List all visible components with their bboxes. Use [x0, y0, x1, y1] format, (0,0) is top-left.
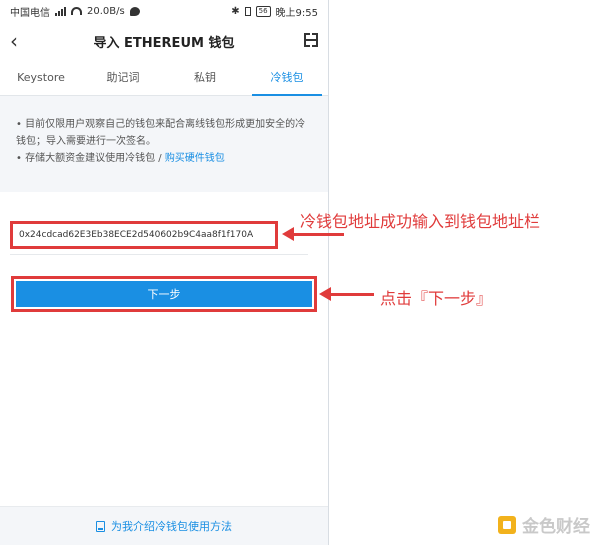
page-title: 导入 ETHEREUM 钱包	[93, 35, 235, 51]
next-annotation: 点击『下一步』	[380, 289, 493, 308]
tab-private-key[interactable]: 私钥	[164, 60, 246, 95]
phone-screen: 中国电信 20.0B/s ✱ 56 晚上9:55 ‹ 导入 ETHEREUM 钱…	[0, 0, 329, 545]
signal-icon	[55, 6, 66, 16]
message-icon	[129, 6, 140, 16]
clock: 晚上9:55	[275, 7, 318, 19]
tab-keystore[interactable]: Keystore	[0, 60, 82, 95]
carrier-label: 中国电信	[10, 7, 50, 19]
book-icon	[96, 520, 105, 532]
next-button[interactable]: 下一步	[16, 281, 312, 307]
watermark-text: 金色财经	[522, 517, 590, 537]
address-input-highlight	[10, 221, 278, 249]
notice-line-2-prefix: • 存储大额资金建议使用冷钱包 /	[16, 153, 165, 164]
import-tabs: Keystore 助记词 私钥 冷钱包	[0, 60, 328, 96]
annotation-arrow-left-icon	[319, 287, 374, 301]
battery-icon: 56	[255, 5, 271, 17]
notice-line-1: • 目前仅限用户观察自己的钱包来配合离线钱包形成更加安全的冷钱包；导入需要进行一…	[16, 119, 306, 147]
next-button-highlight: 下一步	[11, 276, 317, 312]
tab-cold-wallet[interactable]: 冷钱包	[246, 60, 328, 96]
back-chevron-icon[interactable]: ‹	[10, 29, 18, 53]
bluetooth-icon: ✱	[231, 5, 240, 17]
watermark: 金色财经	[498, 512, 590, 537]
annotation-arrow-left-icon	[282, 227, 344, 241]
guide-label: 为我介绍冷钱包使用方法	[111, 520, 232, 533]
wallet-address-input[interactable]	[19, 230, 275, 240]
vibrate-icon	[244, 6, 251, 16]
cold-wallet-guide-link[interactable]: 为我介绍冷钱包使用方法	[0, 506, 328, 545]
address-annotation: 冷钱包地址成功输入到钱包地址栏	[300, 212, 541, 231]
scan-icon[interactable]	[304, 33, 318, 47]
notice-text: • 目前仅限用户观察自己的钱包来配合离线钱包形成更加安全的冷钱包；导入需要进行一…	[0, 96, 328, 188]
network-speed: 20.0B/s	[87, 5, 125, 17]
notice-line-2: • 存储大额资金建议使用冷钱包 / 购买硬件钱包	[16, 150, 312, 167]
app-header: ‹ 导入 ETHEREUM 钱包	[0, 22, 328, 60]
buy-hardware-wallet-link[interactable]: 购买硬件钱包	[165, 153, 225, 164]
tab-mnemonic[interactable]: 助记词	[82, 60, 164, 95]
watermark-logo-icon	[498, 515, 516, 534]
status-bar: 中国电信 20.0B/s ✱ 56 晚上9:55	[0, 0, 328, 22]
address-underline	[10, 254, 308, 255]
wifi-icon	[71, 7, 82, 15]
